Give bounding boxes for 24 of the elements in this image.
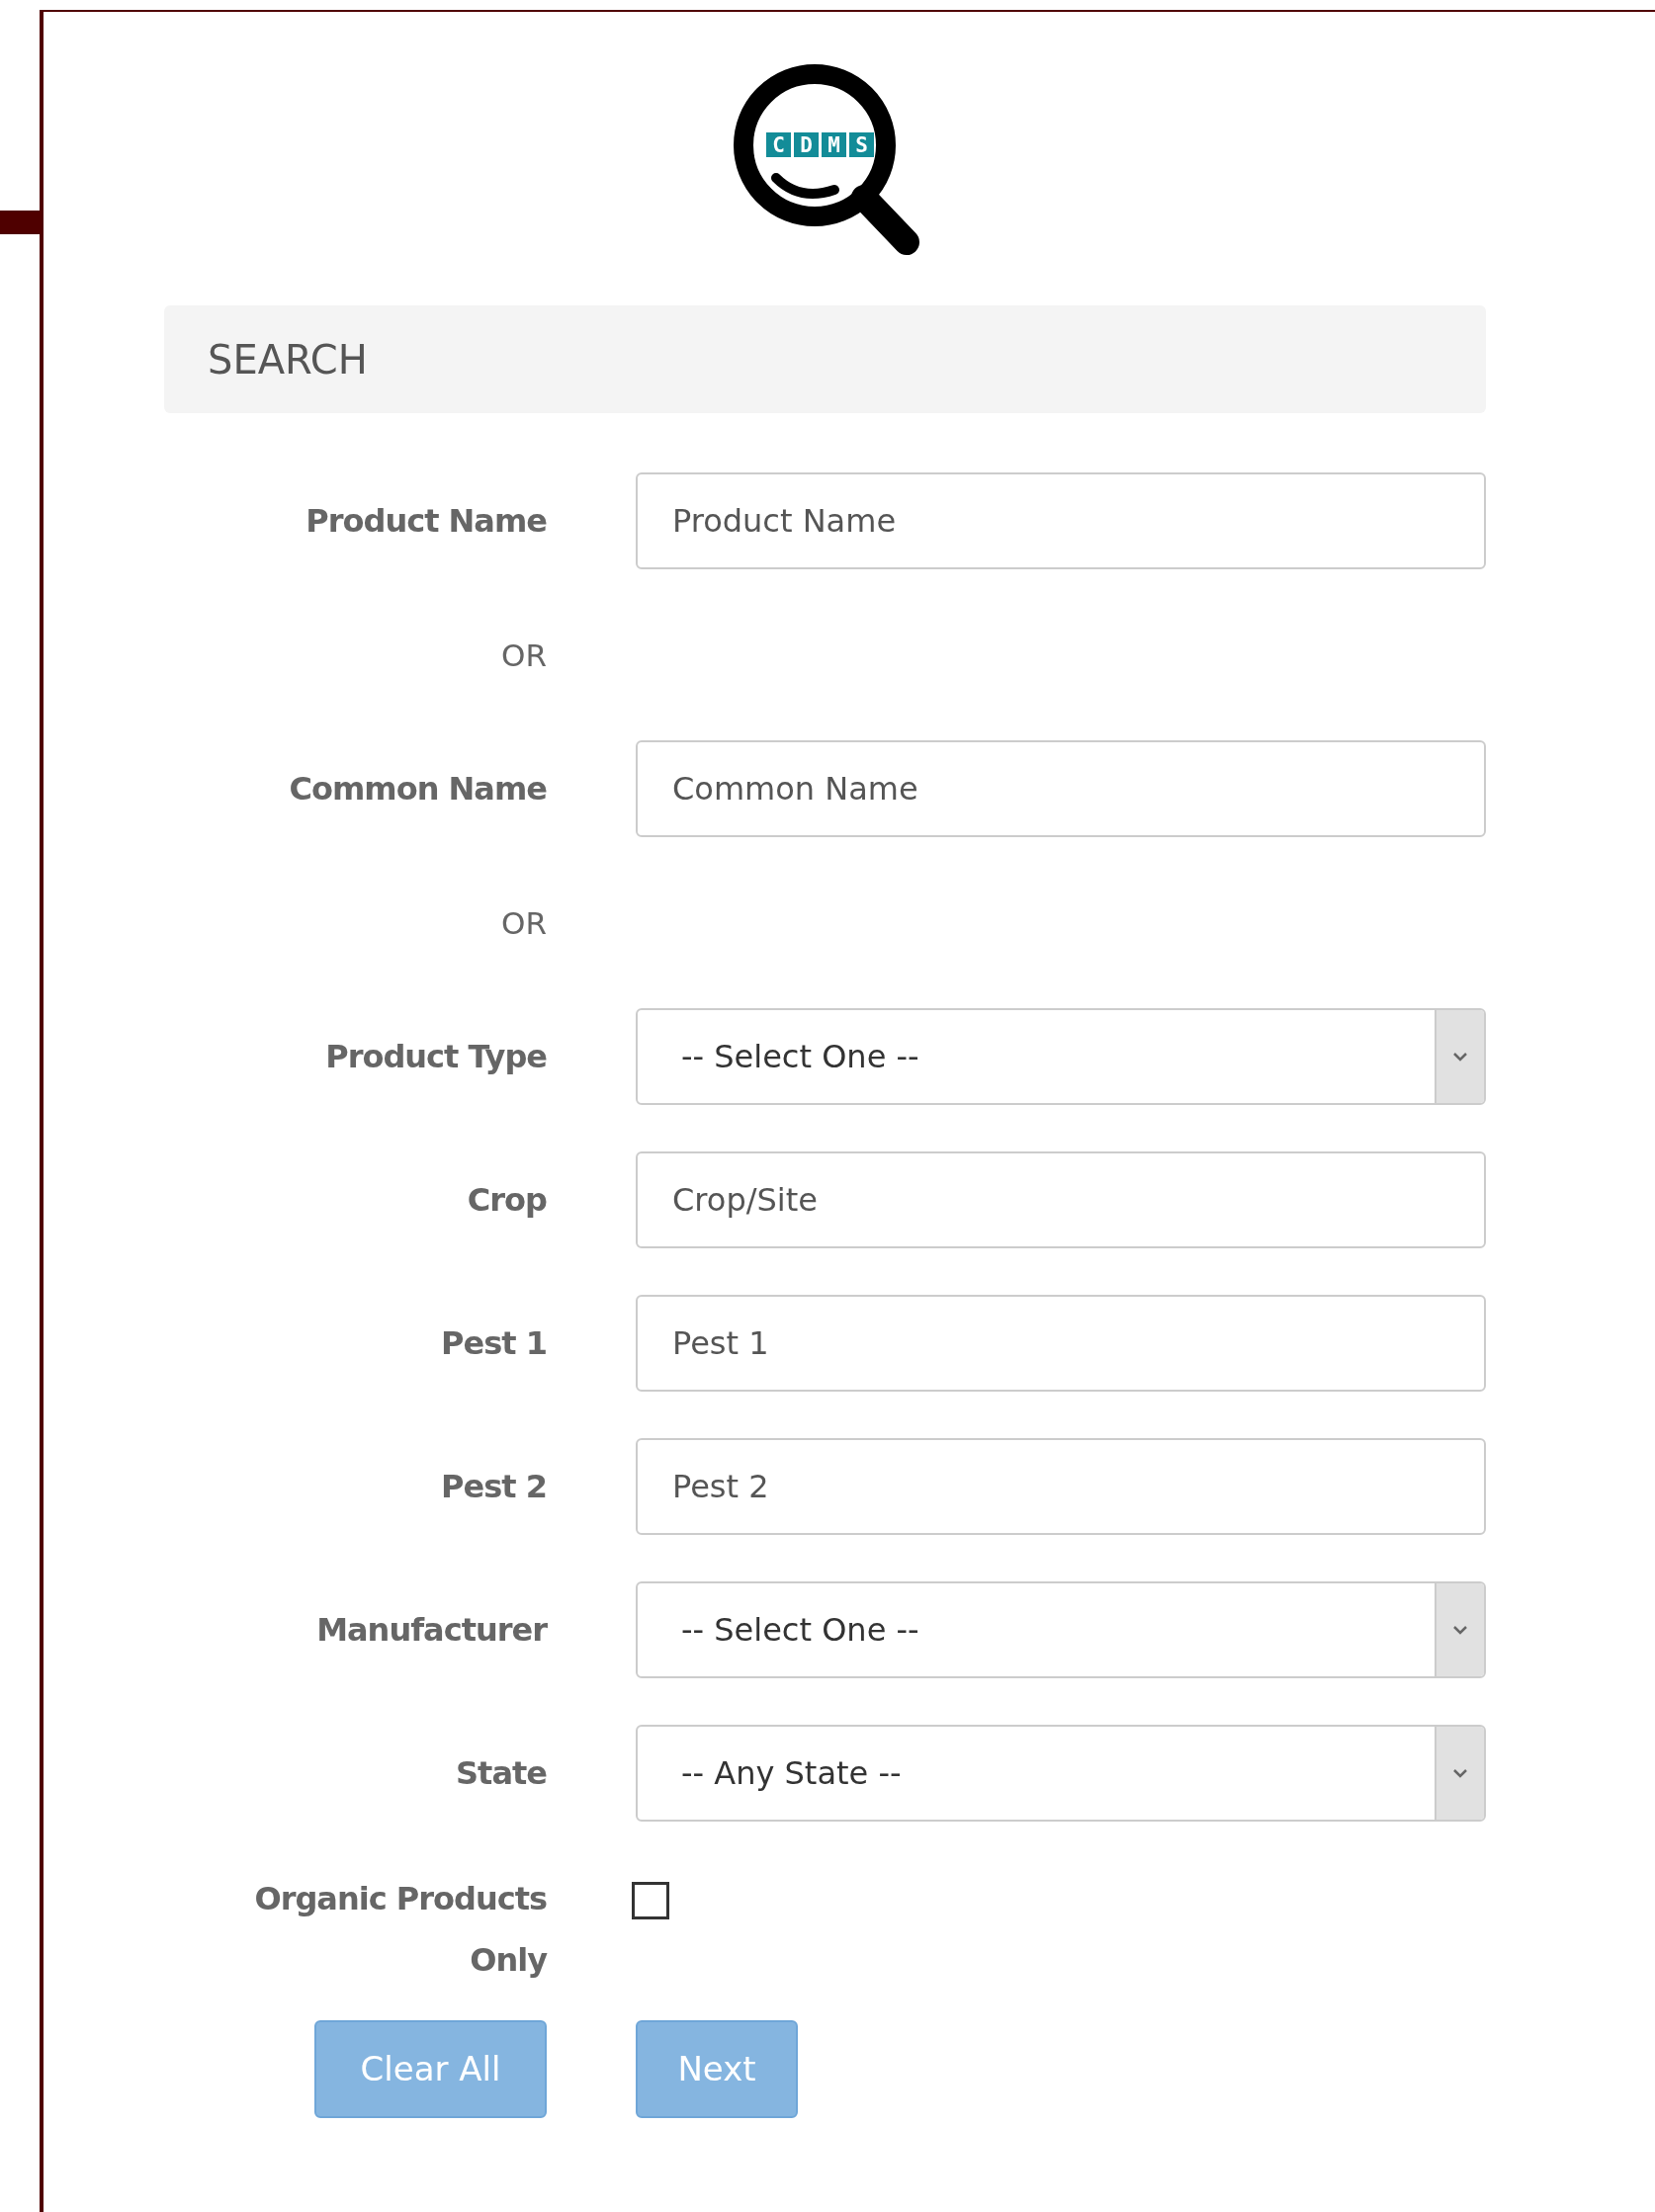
- checkbox[interactable]: [632, 1882, 669, 1919]
- dropdown-field[interactable]: -- Any State --: [636, 1725, 1486, 1822]
- field-label: Manufacturer: [316, 1610, 547, 1651]
- dropdown-field[interactable]: -- Select One --: [636, 1581, 1486, 1678]
- text-field[interactable]: Product Name: [636, 472, 1486, 569]
- field-label: Common Name: [289, 769, 547, 809]
- chevron-down-icon: [1453, 1052, 1467, 1062]
- field-label: Product Type: [325, 1037, 547, 1077]
- field-label: Product Name: [305, 501, 547, 542]
- field-label: Organic Products Only: [253, 1879, 547, 1981]
- text-field[interactable]: Common Name: [636, 740, 1486, 837]
- text-field[interactable]: Crop/Site: [636, 1151, 1486, 1248]
- field-label: Pest 2: [441, 1467, 547, 1507]
- chevron-down-icon: [1453, 1625, 1467, 1635]
- field-label: Crop: [467, 1180, 547, 1221]
- dropdown-field[interactable]: -- Select One --: [636, 1008, 1486, 1105]
- or-label: OR: [501, 903, 547, 943]
- section-title: SEARCH: [208, 335, 368, 384]
- text-field[interactable]: Pest 2: [636, 1438, 1486, 1535]
- or-label: OR: [501, 636, 547, 675]
- field-label: State: [456, 1753, 547, 1794]
- field-label: Pest 1: [441, 1323, 547, 1364]
- chevron-down-icon: [1453, 1768, 1467, 1778]
- text-field[interactable]: Pest 1: [636, 1295, 1486, 1392]
